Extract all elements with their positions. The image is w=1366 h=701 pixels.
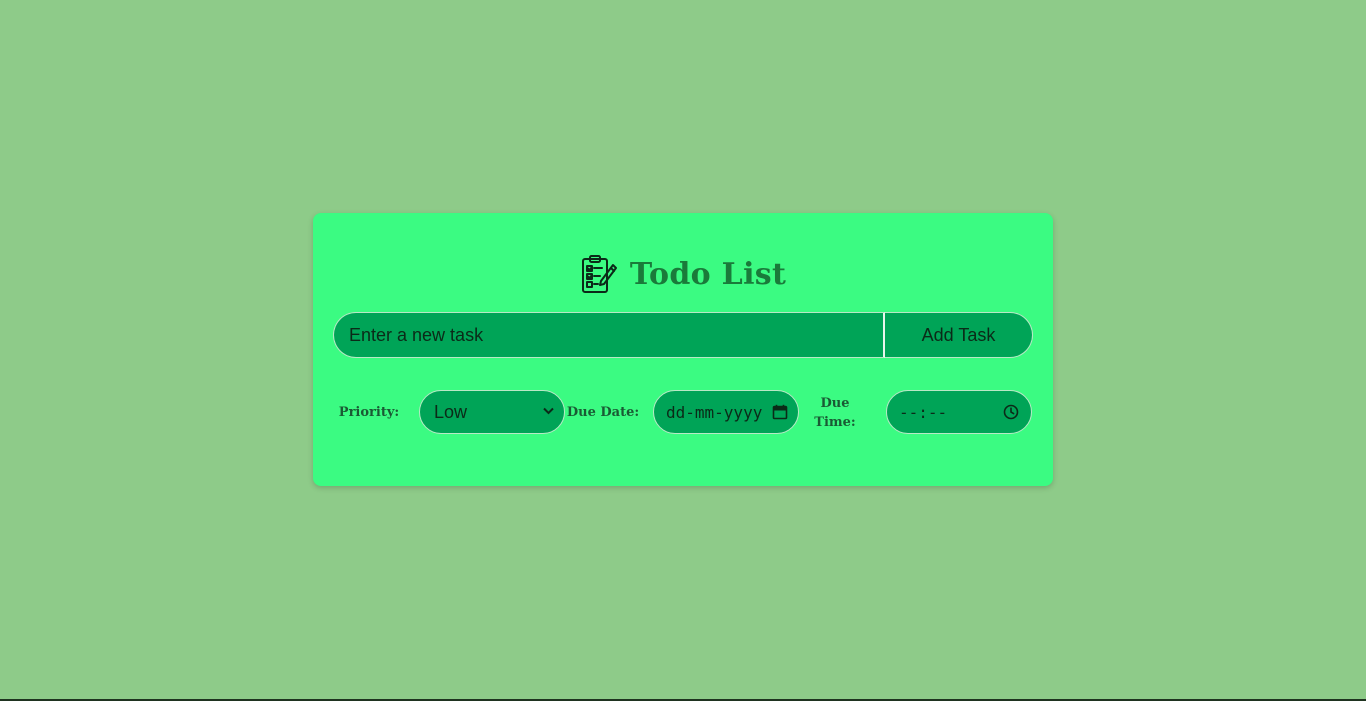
due-time-placeholder: --:-- (899, 402, 948, 422)
clipboard-checklist-icon (580, 253, 618, 295)
task-input[interactable] (333, 312, 885, 358)
priority-label: Priority: (338, 405, 400, 420)
todo-card: Todo List Add Task Priority: Low Due Dat… (313, 213, 1053, 486)
task-entry-row: Add Task (333, 312, 1033, 358)
due-date-input[interactable]: dd-mm-yyyy (653, 390, 799, 434)
due-date-label: Due Date: (566, 405, 640, 420)
clock-icon[interactable] (1003, 404, 1019, 420)
priority-select[interactable]: Low (419, 390, 565, 434)
task-options-row: Priority: Low Due Date: dd-mm-yyyy Due T… (333, 389, 1033, 435)
chevron-down-icon (543, 406, 554, 418)
calendar-icon[interactable] (772, 404, 788, 420)
due-date-placeholder: dd-mm-yyyy (666, 402, 763, 422)
header: Todo List (313, 251, 1053, 297)
due-time-label: Due Time: (809, 394, 861, 432)
due-time-label-line1: Due (820, 396, 850, 411)
add-task-button[interactable]: Add Task (885, 312, 1033, 358)
page-title: Todo List (629, 256, 787, 292)
due-time-label-line2: Time: (814, 415, 856, 430)
priority-selected-value: Low (434, 401, 468, 422)
due-time-input[interactable]: --:-- (886, 390, 1032, 434)
